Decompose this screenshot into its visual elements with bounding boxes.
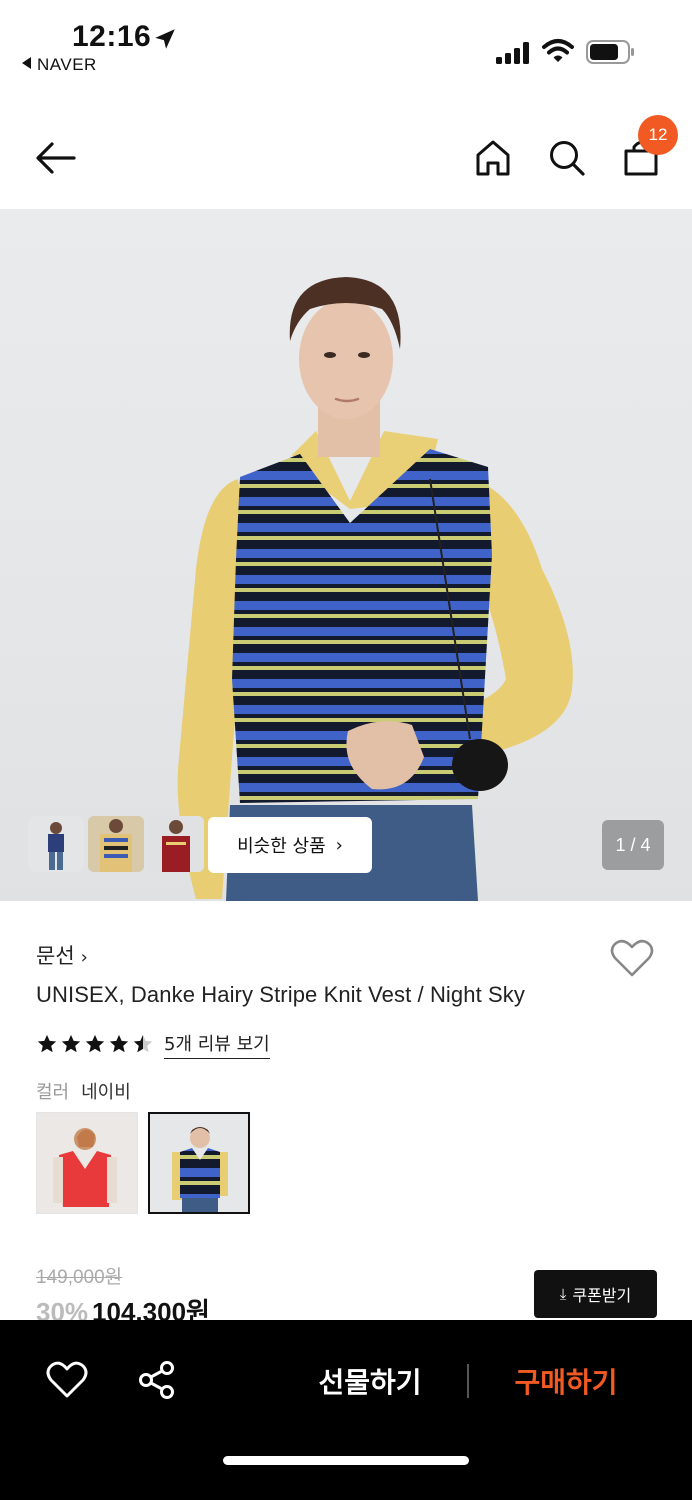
divider xyxy=(467,1364,469,1398)
reviews-link[interactable]: 5개 리뷰 보기 xyxy=(164,1030,270,1059)
gallery-thumbnail[interactable] xyxy=(28,816,84,872)
original-price: 149,000원 xyxy=(36,1267,123,1288)
half-star-icon xyxy=(133,1034,153,1053)
color-option-row: 컬러 네이비 xyxy=(36,1078,131,1104)
discount-rate: 30% xyxy=(36,1297,89,1322)
coupon-download-button[interactable]: ⤓ 쿠폰받기 xyxy=(534,1270,657,1318)
brand-link[interactable]: 문선 › xyxy=(36,940,88,970)
chevron-right-icon: › xyxy=(80,947,88,968)
rating-row: 5개 리뷰 보기 xyxy=(36,1030,270,1059)
similar-products-button[interactable]: 비슷한 상품 › xyxy=(208,817,372,873)
model-photo xyxy=(177,277,573,901)
star-icon xyxy=(61,1034,81,1053)
chevron-right-icon: › xyxy=(335,834,343,856)
selected-color-value: 네이비 xyxy=(81,1082,131,1103)
search-icon xyxy=(550,141,585,176)
gift-button[interactable]: 선물하기 xyxy=(300,1356,440,1406)
home-indicator[interactable] xyxy=(223,1456,469,1465)
color-swatch-navy[interactable] xyxy=(148,1112,250,1214)
cart-count-badge: 12 xyxy=(638,115,678,155)
back-button[interactable] xyxy=(30,134,82,182)
download-icon: ⤓ xyxy=(559,1285,567,1303)
image-page-counter: 1 / 4 xyxy=(602,820,664,870)
sale-price-row: 30% 104,300원 xyxy=(36,1292,210,1322)
swatch-image xyxy=(37,1113,137,1213)
thumbnail-image xyxy=(28,816,84,872)
sale-price: 104,300원 xyxy=(92,1297,210,1322)
share-icon[interactable] xyxy=(136,1360,178,1400)
search-button[interactable] xyxy=(544,134,590,182)
coupon-label: 쿠폰받기 xyxy=(572,1286,632,1305)
heart-icon[interactable] xyxy=(610,938,654,978)
star-icon xyxy=(37,1034,57,1053)
back-arrow-icon xyxy=(36,142,76,174)
product-image[interactable] xyxy=(0,209,692,901)
color-label: 컬러 xyxy=(36,1082,70,1103)
thumbnail-image xyxy=(148,816,204,872)
gallery-thumbnail[interactable] xyxy=(88,816,144,872)
status-time: 12:16 xyxy=(72,20,152,53)
location-arrow-icon xyxy=(155,29,175,49)
bottom-action-bar: 선물하기 구매하기 xyxy=(0,1320,692,1500)
star-icon xyxy=(85,1034,105,1053)
back-app-label: NAVER xyxy=(37,55,97,74)
back-triangle-icon xyxy=(22,57,31,69)
star-rating xyxy=(36,1033,154,1055)
color-swatch-red[interactable] xyxy=(36,1112,138,1214)
product-title: UNISEX, Danke Hairy Stripe Knit Vest / N… xyxy=(36,982,525,1007)
home-icon xyxy=(476,140,510,176)
home-button[interactable] xyxy=(470,134,516,182)
signal-icon xyxy=(496,42,529,64)
battery-icon xyxy=(586,40,634,64)
star-icon xyxy=(109,1034,129,1053)
similar-products-label: 비슷한 상품 xyxy=(237,836,326,857)
buy-button[interactable]: 구매하기 xyxy=(496,1356,636,1406)
gallery-thumbnail[interactable] xyxy=(148,816,204,872)
thumbnail-image xyxy=(88,816,144,872)
brand-name: 문선 xyxy=(36,944,75,968)
back-to-app-link[interactable]: NAVER xyxy=(22,55,97,75)
heart-icon[interactable] xyxy=(46,1360,88,1400)
top-navigation xyxy=(0,110,692,206)
status-bar: 12:16 NAVER xyxy=(0,0,692,88)
swatch-image xyxy=(150,1114,248,1212)
wifi-icon xyxy=(542,39,574,62)
